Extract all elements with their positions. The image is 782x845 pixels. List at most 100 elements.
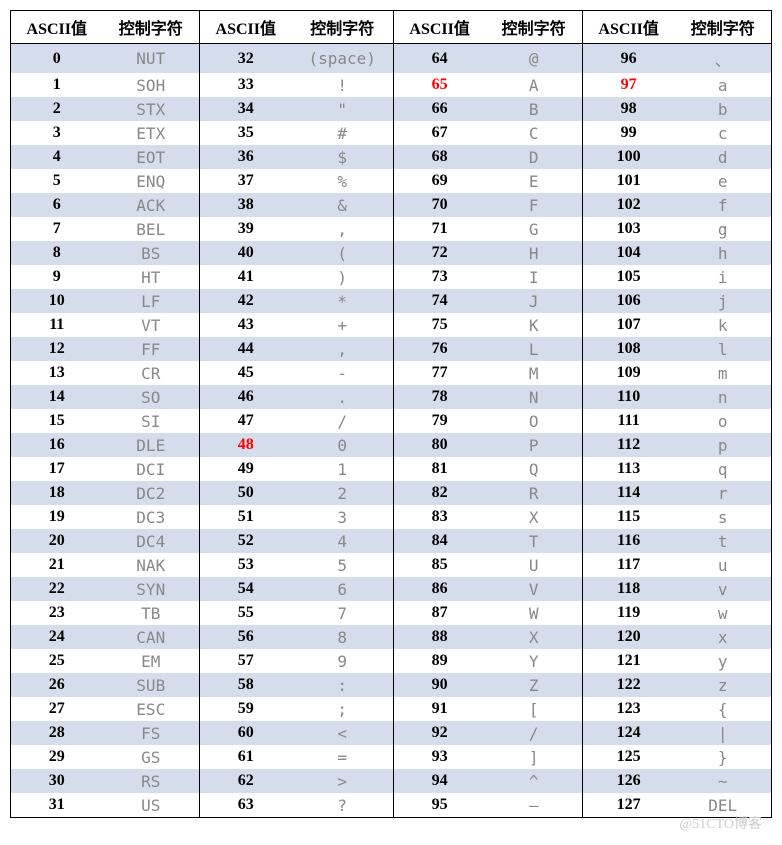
control-char-cell: O bbox=[485, 409, 582, 433]
col-header-control-char: 控制字符 bbox=[674, 11, 771, 44]
table-row: 28FS60<92/124| bbox=[11, 721, 772, 745]
control-char-cell: ACK bbox=[103, 193, 200, 217]
ascii-value-cell: 47 bbox=[200, 409, 292, 433]
control-char-cell: 6 bbox=[292, 577, 394, 601]
control-char-cell: ETX bbox=[103, 121, 200, 145]
ascii-value-cell: 30 bbox=[11, 769, 103, 793]
ascii-value-cell: 41 bbox=[200, 265, 292, 289]
ascii-value-cell: 97 bbox=[582, 73, 674, 97]
control-char-cell: BEL bbox=[103, 217, 200, 241]
ascii-value-cell: 71 bbox=[393, 217, 485, 241]
control-char-cell: Z bbox=[485, 673, 582, 697]
ascii-value-cell: 78 bbox=[393, 385, 485, 409]
table-row: 23TB55787W119w bbox=[11, 601, 772, 625]
control-char-cell: , bbox=[292, 337, 394, 361]
ascii-value-cell: 109 bbox=[582, 361, 674, 385]
control-char-cell: A bbox=[485, 73, 582, 97]
control-char-cell: 1 bbox=[292, 457, 394, 481]
table-row: 17DCI49181Q113q bbox=[11, 457, 772, 481]
control-char-cell: 8 bbox=[292, 625, 394, 649]
control-char-cell: . bbox=[292, 385, 394, 409]
ascii-table: ASCII值控制字符ASCII值控制字符ASCII值控制字符ASCII值控制字符… bbox=[10, 10, 772, 818]
ascii-value-cell: 9 bbox=[11, 265, 103, 289]
control-char-cell: c bbox=[674, 121, 771, 145]
ascii-value-cell: 11 bbox=[11, 313, 103, 337]
control-char-cell: (space) bbox=[292, 44, 394, 74]
control-char-cell: Y bbox=[485, 649, 582, 673]
ascii-value-cell: 119 bbox=[582, 601, 674, 625]
ascii-value-cell: 37 bbox=[200, 169, 292, 193]
ascii-value-cell: 104 bbox=[582, 241, 674, 265]
control-char-cell: NAK bbox=[103, 553, 200, 577]
control-char-cell: / bbox=[485, 721, 582, 745]
control-char-cell: d bbox=[674, 145, 771, 169]
control-char-cell: DC3 bbox=[103, 505, 200, 529]
control-char-cell: N bbox=[485, 385, 582, 409]
table-row: 27ESC59;91[123{ bbox=[11, 697, 772, 721]
ascii-value-cell: 35 bbox=[200, 121, 292, 145]
control-char-cell: M bbox=[485, 361, 582, 385]
ascii-value-cell: 95 bbox=[393, 793, 485, 818]
ascii-value-cell: 116 bbox=[582, 529, 674, 553]
ascii-value-cell: 52 bbox=[200, 529, 292, 553]
ascii-value-cell: 51 bbox=[200, 505, 292, 529]
control-char-cell: ( bbox=[292, 241, 394, 265]
ascii-value-cell: 19 bbox=[11, 505, 103, 529]
ascii-value-cell: 57 bbox=[200, 649, 292, 673]
table-row: 18DC250282R114r bbox=[11, 481, 772, 505]
control-char-cell: & bbox=[292, 193, 394, 217]
ascii-value-cell: 113 bbox=[582, 457, 674, 481]
control-char-cell: ENQ bbox=[103, 169, 200, 193]
ascii-value-cell: 84 bbox=[393, 529, 485, 553]
control-char-cell: P bbox=[485, 433, 582, 457]
ascii-value-cell: 92 bbox=[393, 721, 485, 745]
ascii-value-cell: 115 bbox=[582, 505, 674, 529]
control-char-cell: t bbox=[674, 529, 771, 553]
control-char-cell: % bbox=[292, 169, 394, 193]
ascii-value-cell: 8 bbox=[11, 241, 103, 265]
ascii-value-cell: 114 bbox=[582, 481, 674, 505]
table-row: 20DC452484T116t bbox=[11, 529, 772, 553]
ascii-value-cell: 26 bbox=[11, 673, 103, 697]
ascii-value-cell: 15 bbox=[11, 409, 103, 433]
table-row: 11VT43+75K107k bbox=[11, 313, 772, 337]
ascii-value-cell: 89 bbox=[393, 649, 485, 673]
ascii-value-cell: 36 bbox=[200, 145, 292, 169]
ascii-value-cell: 80 bbox=[393, 433, 485, 457]
control-char-cell: s bbox=[674, 505, 771, 529]
ascii-value-cell: 46 bbox=[200, 385, 292, 409]
ascii-value-cell: 118 bbox=[582, 577, 674, 601]
table-row: 19DC351383X115s bbox=[11, 505, 772, 529]
ascii-value-cell: 121 bbox=[582, 649, 674, 673]
control-char-cell: e bbox=[674, 169, 771, 193]
ascii-value-cell: 28 bbox=[11, 721, 103, 745]
control-char-cell: STX bbox=[103, 97, 200, 121]
control-char-cell: R bbox=[485, 481, 582, 505]
ascii-value-cell: 20 bbox=[11, 529, 103, 553]
ascii-value-cell: 32 bbox=[200, 44, 292, 74]
control-char-cell: + bbox=[292, 313, 394, 337]
ascii-value-cell: 60 bbox=[200, 721, 292, 745]
ascii-value-cell: 59 bbox=[200, 697, 292, 721]
ascii-value-cell: 122 bbox=[582, 673, 674, 697]
ascii-value-cell: 123 bbox=[582, 697, 674, 721]
ascii-value-cell: 120 bbox=[582, 625, 674, 649]
control-char-cell: B bbox=[485, 97, 582, 121]
col-header-control-char: 控制字符 bbox=[485, 11, 582, 44]
control-char-cell: VT bbox=[103, 313, 200, 337]
control-char-cell: ) bbox=[292, 265, 394, 289]
table-row: 6ACK38&70F102f bbox=[11, 193, 772, 217]
control-char-cell: SO bbox=[103, 385, 200, 409]
control-char-cell: i bbox=[674, 265, 771, 289]
table-row: 21NAK53585U117u bbox=[11, 553, 772, 577]
control-char-cell: : bbox=[292, 673, 394, 697]
table-row: 12FF44,76L108l bbox=[11, 337, 772, 361]
control-char-cell: w bbox=[674, 601, 771, 625]
control-char-cell: K bbox=[485, 313, 582, 337]
table-row: 2STX34"66B98b bbox=[11, 97, 772, 121]
ascii-value-cell: 103 bbox=[582, 217, 674, 241]
ascii-value-cell: 108 bbox=[582, 337, 674, 361]
table-row: 5ENQ37%69E101e bbox=[11, 169, 772, 193]
table-row: 15SI47/79O111o bbox=[11, 409, 772, 433]
control-char-cell: k bbox=[674, 313, 771, 337]
